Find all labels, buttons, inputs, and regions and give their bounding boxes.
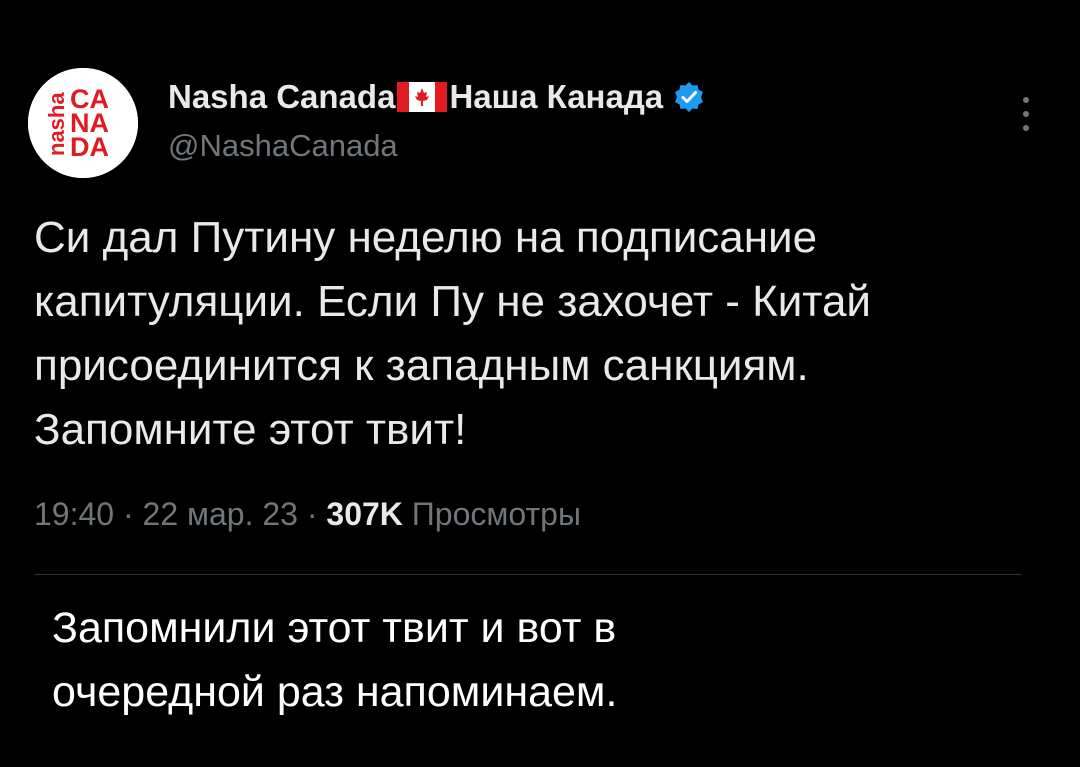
avatar-vertical-text: nasha [44,92,69,156]
author-name-latin: Nasha Canada [168,78,396,115]
tweet-line: Си дал Путину неделю на подписание [34,213,818,262]
tweet-line: присоединится к западным санкциям. [34,341,809,390]
avatar-row-3: DA [70,132,109,162]
avatar[interactable]: nasha CA NA DA [28,68,138,178]
views-label: Просмотры [411,496,581,532]
avatar-logo: nasha CA NA DA [28,68,138,178]
tweet-card: nasha CA NA DA Nasha Canada Наша Канада … [0,0,1080,767]
views-count: 307K [326,496,403,532]
more-icon[interactable] [1014,92,1038,136]
tweet-text: Си дал Путину неделю на подписание капит… [34,206,1044,462]
author-name-cyrillic: Наша Канада [449,78,664,115]
canada-flag-icon [397,82,448,112]
verified-badge-icon [673,81,705,113]
tweet-time[interactable]: 19:40 [34,496,114,532]
author-handle[interactable]: @NashaCanada [168,128,398,164]
meta-separator: · [306,496,327,532]
tweet-line: капитуляции. Если Пу не захочет - Китай [34,277,872,326]
caption-text: Запомнили этот твит и вот в очередной ра… [52,596,1042,724]
caption-line: Запомнили этот твит и вот в [52,604,617,652]
caption-line: очередной раз напоминаем. [52,668,618,716]
tweet-date[interactable]: 22 мар. 23 [143,496,298,532]
author-name[interactable]: Nasha Canada Наша Канада [168,78,705,116]
meta-separator: · [122,496,143,532]
tweet-meta: 19:40 · 22 мар. 23 · 307K Просмотры [34,496,581,533]
tweet-line: Запомните этот твит! [34,405,467,454]
divider [34,574,1022,575]
